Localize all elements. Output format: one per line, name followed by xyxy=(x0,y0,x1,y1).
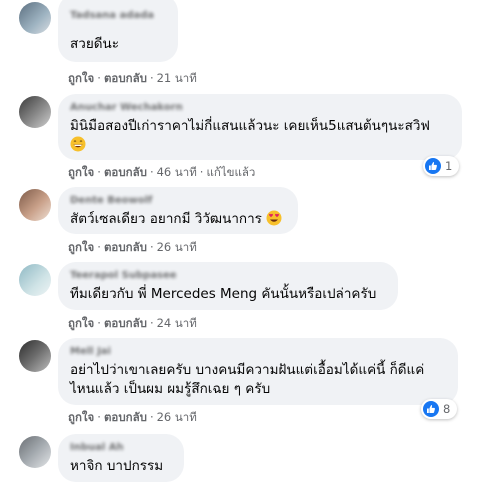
comment-author[interactable]: Teerapol Subpasee xyxy=(70,269,386,283)
heart-eyes-emoji xyxy=(266,210,282,226)
like-reaction-icon xyxy=(425,158,441,174)
avatar[interactable] xyxy=(19,264,51,296)
like-reaction-icon xyxy=(423,401,439,417)
grinning-face-emoji xyxy=(70,136,86,152)
reaction-summary[interactable]: 1 xyxy=(423,156,459,176)
comment-text: อย่าไปว่าเขาเลยครับ บางคนมีความฝันแต่เอื… xyxy=(70,362,425,397)
comment-text-content: มินิมือสองปีเก่าราคาไม่กี่แสนแล้วนะ เคยเ… xyxy=(70,118,430,134)
comment-time[interactable]: 46 นาที xyxy=(157,165,197,179)
reply-link[interactable]: ตอบกลับ xyxy=(104,240,147,254)
comment-bubble: Anuchar Wechakorn มินิมือสองปีเก่าราคาไม… xyxy=(58,94,462,160)
like-link[interactable]: ถูกใจ xyxy=(68,240,94,254)
avatar[interactable] xyxy=(19,340,51,372)
edited-label[interactable]: แก้ไขแล้ว xyxy=(206,165,255,179)
comment-bubble: Dente Beowolf สัตว์เซลเดียว อยากมี วิวัฒ… xyxy=(58,187,298,234)
comment-actions: ถูกใจ · ตอบกลับ · 21 นาที xyxy=(68,71,197,85)
comment-actions: ถูกใจ · ตอบกลับ · 26 นาที xyxy=(68,410,197,424)
reply-link[interactable]: ตอบกลับ xyxy=(104,316,147,330)
comment-text: มินิมือสองปีเก่าราคาไม่กี่แสนแล้วนะ เคยเ… xyxy=(70,117,450,155)
like-link[interactable]: ถูกใจ xyxy=(68,71,94,85)
reaction-count: 8 xyxy=(443,402,451,416)
comment-actions: ถูกใจ · ตอบกลับ · 24 นาที xyxy=(68,316,197,330)
comment-actions: ถูกใจ · ตอบกลับ · 46 นาที · แก้ไขแล้ว xyxy=(68,165,256,179)
like-link[interactable]: ถูกใจ xyxy=(68,316,94,330)
comment-text: สัตว์เซลเดียว อยากมี วิวัฒนาการ xyxy=(70,210,286,229)
comment-author[interactable]: Dente Beowolf xyxy=(70,194,286,208)
reaction-summary[interactable]: 8 xyxy=(421,399,457,419)
comment-bubble: Teerapol Subpasee ทีมเดียวกับ พี่ Merced… xyxy=(58,262,398,310)
comment-text: ทีมเดียวกับ พี่ Mercedes Meng คันนั้นหรื… xyxy=(70,286,377,302)
comment-text: หาจิก บาปกรรม xyxy=(70,458,164,474)
comment-bubble: Inbual Ah หาจิก บาปกรรม xyxy=(58,434,184,482)
reply-link[interactable]: ตอบกลับ xyxy=(104,410,147,424)
avatar[interactable] xyxy=(19,2,51,34)
comment-bubble: Mell Jai อย่าไปว่าเขาเลยครับ บางคนมีความ… xyxy=(58,338,458,405)
comment-bubble: Tadsana adada สวยดีนะ xyxy=(58,0,178,62)
comment-time[interactable]: 21 นาที xyxy=(157,71,197,85)
comment-author[interactable]: Anuchar Wechakorn xyxy=(70,101,450,115)
like-link[interactable]: ถูกใจ xyxy=(68,410,94,424)
comment-author[interactable]: Mell Jai xyxy=(70,345,446,359)
avatar[interactable] xyxy=(19,96,51,128)
comment-author[interactable]: Inbual Ah xyxy=(70,441,172,455)
reply-link[interactable]: ตอบกลับ xyxy=(104,71,147,85)
avatar[interactable] xyxy=(19,436,51,468)
like-link[interactable]: ถูกใจ xyxy=(68,165,94,179)
avatar[interactable] xyxy=(19,189,51,221)
reaction-count: 1 xyxy=(445,159,453,173)
comment-text: สวยดีนะ xyxy=(70,36,119,52)
comment-time[interactable]: 26 นาที xyxy=(157,410,197,424)
comment-actions: ถูกใจ · ตอบกลับ · 26 นาที xyxy=(68,240,197,254)
comment-author[interactable]: Tadsana adada xyxy=(70,9,166,23)
comment-time[interactable]: 26 นาที xyxy=(157,240,197,254)
reply-link[interactable]: ตอบกลับ xyxy=(104,165,147,179)
comment-time[interactable]: 24 นาที xyxy=(157,316,197,330)
comment-text-content: สัตว์เซลเดียว อยากมี วิวัฒนาการ xyxy=(70,211,262,227)
